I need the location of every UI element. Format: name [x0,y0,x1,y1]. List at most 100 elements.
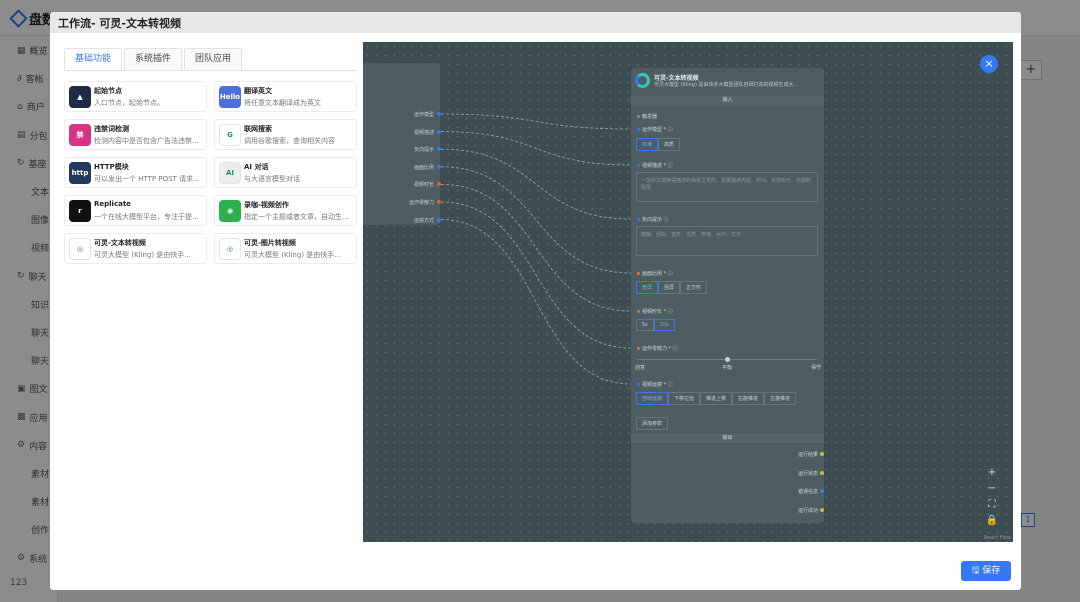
close-icon[interactable]: × [980,55,998,73]
output-port-label: 运行状态 [797,470,818,477]
ai-chat-icon: AI [219,162,241,184]
modal-title: 工作流- 可灵-文本转视频 [58,17,181,30]
luka-icon: ◉ [219,200,241,222]
model-text: 运作模型 * ⓘ [642,127,673,133]
node-card[interactable]: r Replicate 一个在线大模型平台，专注于提... [64,195,207,226]
tab-divider [64,70,357,71]
port-handle[interactable] [820,452,824,456]
node-card[interactable]: ◎ 可灵-文本转视频 可灵大模型 (Kling) 是由快手... [64,233,207,264]
node-card[interactable]: G 联网搜索 调用谷歌搜索，查询相关内容 [214,119,357,150]
source-port[interactable]: 运镜方式 [414,217,441,224]
flow-edge[interactable] [440,131,632,166]
kling-text-to-video-node[interactable]: 可灵-文本转视频 可灵大模型 (Kling) 是由快手大模型团队自研打造的视频生… [631,68,824,523]
flow-edge[interactable] [440,201,632,349]
card-desc: 可灵大模型 (Kling) 是由快手... [244,251,341,259]
node-card[interactable]: 禁违禁词检测 检测内容中是否包含广告法违禁... [64,119,207,150]
save-button[interactable]: 🖫 保存 [961,561,1011,581]
tab-system-plugins[interactable]: 系统插件 [124,48,183,70]
zoom-out-icon[interactable]: − [985,483,999,495]
node-card[interactable]: ◎ 可灵-图片转视频 可灵大模型 (Kling) 是由快手... [214,233,357,264]
negative-input[interactable]: 模糊、扭曲、变形、低质、拼接、水印、文字 [636,226,818,256]
lock-icon[interactable]: 🔒 [985,515,999,527]
camera-label: 视频运镜 * ⓘ [637,381,673,388]
tab-team-apps[interactable]: 团队应用 [184,48,243,70]
card-title: 可灵-图片转视频 [244,239,296,247]
camera-text: 视频运镜 * ⓘ [642,382,673,388]
camera-options: 自动运镜 下移拉远 推进上移 右旋推进 左旋推进 [636,392,797,405]
duration-5s[interactable]: 5s [636,319,654,331]
react-flow-attribution[interactable]: React Flow [984,535,1011,541]
slider-handle[interactable] [725,357,730,362]
camera-right-spin[interactable]: 右旋推进 [732,392,765,405]
port-handle[interactable] [437,112,441,116]
input-header: 输入 [631,96,824,105]
flow-edge[interactable] [440,184,632,312]
card-title: 起始节点 [94,87,122,95]
ratio-label: 画面比例 * ⓘ [637,270,673,277]
card-title: HTTP模块 [94,163,129,171]
node-card[interactable]: ▲ 起始节点 入口节点，起始节点。 [64,81,207,112]
node-card[interactable]: http HTTP模块 可以发出一个 HTTP POST 请求... [64,157,207,188]
output-port[interactable]: 运行状态 [797,470,824,477]
prompt-input[interactable]: 一段中文或英语描述的场景之类的，需要描述内容，时间，天空的光、色调的氛围 [636,172,818,202]
port-handle[interactable] [820,507,824,512]
output-port[interactable]: 运行成功 [797,507,824,514]
google-icon: G [219,124,241,146]
power-mark-creative: 创意 [635,365,646,371]
fit-view-icon[interactable]: ⛶ [985,499,999,511]
output-port[interactable]: 错误信息 [798,488,824,495]
model-option-high[interactable]: 高质 [658,138,681,151]
port-handle[interactable] [820,470,824,475]
ratio-vertical[interactable]: 竖屏 [658,281,681,294]
flow-edge[interactable] [440,166,632,274]
flow-edge[interactable] [440,113,632,130]
power-text: 运作零散力 * ⓘ [642,346,678,352]
card-title: 翻译英文 [244,87,272,95]
card-title: Replicate [94,200,131,208]
port-handle[interactable] [437,200,441,204]
source-port[interactable]: 负向提示 [414,146,441,153]
zoom-in-icon[interactable]: + [985,467,999,479]
add-param-button[interactable]: 添加参数 [636,417,669,430]
ratio-square[interactable]: 正方形 [680,281,708,294]
duration-10s[interactable]: 10s [653,319,675,331]
flow-edge[interactable] [440,148,632,220]
model-option-standard[interactable]: 标准 [636,138,659,151]
trigger-label: 触发器 [637,113,657,120]
port-handle[interactable] [437,164,441,169]
node-desc: 可灵大模型 (Kling) 是由快手大模型团队自研打造的视频生成大... [654,82,799,88]
replicate-icon: r [69,200,91,222]
power-slider[interactable] [637,357,817,362]
port-handle[interactable] [437,129,441,134]
camera-left-spin[interactable]: 左旋推进 [764,392,797,405]
port-handle[interactable] [820,489,824,493]
duration-options: 5s 10s [636,319,675,331]
camera-down-pull[interactable]: 下移拉远 [668,392,701,405]
node-card[interactable]: ◉ 录咖-视频创作 指定一个主题或者文章，自动生... [214,195,357,226]
source-port[interactable]: 运作模型 [414,111,441,118]
output-header: 输出 [631,434,824,443]
ratio-text: 画面比例 * ⓘ [642,271,673,277]
add-param-row: 添加参数 [636,417,669,430]
camera-push-up[interactable]: 推进上移 [700,392,733,405]
port-handle[interactable] [437,217,441,222]
node-card[interactable]: Hello 翻译英文 将任意文本翻译成为英文 [214,81,357,112]
ratio-wide[interactable]: 宽屏 [636,281,659,294]
duration-text: 视频时长 * ⓘ [642,309,673,315]
ratio-options: 宽屏 竖屏 正方形 [636,281,708,294]
camera-auto[interactable]: 自动运镜 [636,392,669,405]
tab-basic[interactable]: 基础功能 [64,48,123,70]
output-port-label: 运行成功 [797,507,818,514]
source-port[interactable]: 画面比例 [414,164,441,171]
source-port[interactable]: 视频时长 [414,181,441,188]
flow-canvas[interactable]: 运作模型视频描述负向提示画面比例视频时长运作零散力运镜方式 可灵-文本转视频 可… [363,42,1013,542]
card-title: 可灵-文本转视频 [94,239,146,247]
source-node[interactable]: 运作模型视频描述负向提示画面比例视频时长运作零散力运镜方式 [363,63,441,225]
flow-edge[interactable] [440,219,632,385]
source-port[interactable]: 视频描述 [414,129,441,136]
output-port[interactable]: 运行结果 [798,451,824,458]
source-port[interactable]: 运作零散力 [409,199,441,206]
card-desc: 可灵大模型 (Kling) 是由快手... [94,251,191,259]
forbidden-word-icon: 禁 [69,124,91,146]
node-card[interactable]: AI AI 对话 与大语言模型对话 [214,157,357,188]
